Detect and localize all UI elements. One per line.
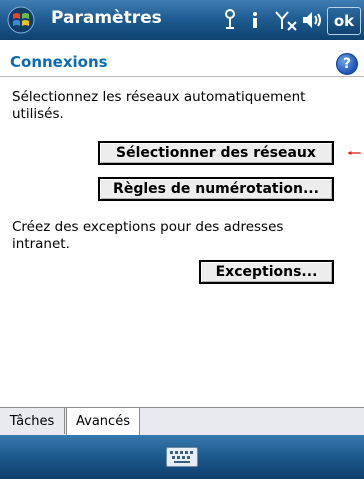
section-header: Connexions ? [0, 40, 364, 77]
help-icon[interactable]: ? [336, 53, 358, 75]
connectivity-icon[interactable] [222, 8, 238, 32]
dialing-rules-button[interactable]: Règles de numérotation... [98, 177, 334, 201]
keyboard-icon[interactable] [166, 447, 198, 467]
exceptions-description: Créez des exceptions pour des adresses i… [12, 219, 284, 252]
select-networks-button[interactable]: Sélectionner des réseaux [98, 141, 334, 165]
tab-bar: Tâches Avancés [0, 407, 364, 436]
ok-button[interactable]: ok [327, 7, 361, 35]
bottom-menu-bar [0, 435, 364, 479]
title-bar: Paramètres ok [0, 0, 364, 41]
info-icon[interactable] [250, 8, 260, 32]
volume-icon[interactable] [300, 8, 324, 32]
pointer-arrow-icon [347, 151, 361, 155]
tab-tasks[interactable]: Tâches [0, 408, 64, 434]
auto-networks-description: Sélectionnez les réseaux automatiquement… [12, 89, 306, 122]
exceptions-button[interactable]: Exceptions... [199, 260, 334, 284]
windows-start-icon[interactable] [7, 6, 35, 34]
app-title: Paramètres [51, 8, 162, 28]
signal-off-icon[interactable] [274, 8, 298, 32]
tab-advanced[interactable]: Avancés [66, 408, 140, 436]
section-title: Connexions [10, 53, 108, 71]
tab-divider [64, 408, 65, 434]
